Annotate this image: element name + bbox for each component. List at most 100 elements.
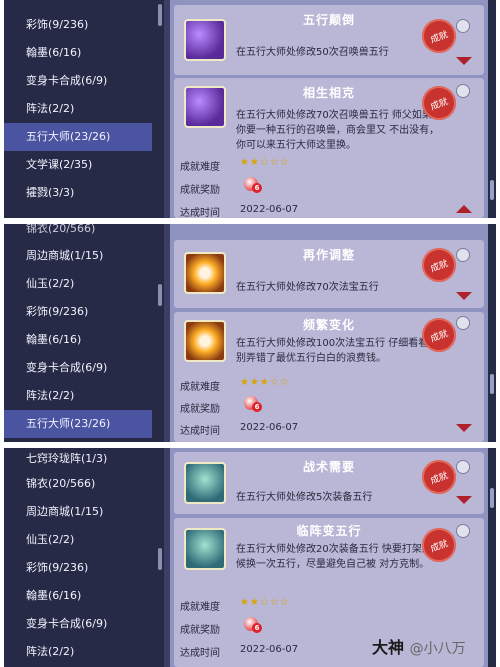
achievement-title: 五行颠倒	[302, 13, 355, 27]
difficulty-stars: ★★☆☆☆	[240, 157, 290, 168]
achievement-card-expanded[interactable]: 相生相克 在五行大师处修改70次召唤兽五行 师父如果跟你要一种五行的召唤兽，商会…	[174, 78, 484, 218]
completed-seal-icon: 成就	[422, 318, 456, 352]
sidebar-item[interactable]: 翰墨(6/16)	[4, 39, 164, 67]
sidebar-item[interactable]: 七窍玲珑阵(1/3)	[4, 448, 164, 470]
achievement-description: 在五行大师处修改50次召唤兽五行	[236, 47, 389, 58]
list-scrollbar[interactable]	[488, 224, 496, 442]
reward-item-icon[interactable]: 6	[244, 177, 262, 193]
completed-seal-icon: 成就	[422, 528, 456, 562]
reward-item-icon[interactable]: 6	[244, 617, 262, 633]
achievement-description: 在五行大师处修改20次装备五行 快要打架的时候换一次五行，尽量避免自己被 对方克…	[236, 544, 442, 570]
expand-arrow-icon[interactable]	[456, 57, 472, 65]
track-pin-icon[interactable]	[456, 460, 470, 474]
achievement-title: 临阵变五行	[296, 524, 362, 538]
sidebar-item[interactable]: 阵法(2/2)	[4, 382, 164, 410]
achievement-panel-2: 锦衣(20/566) 周边商城(1/15) 仙玉(2/2) 彩饰(9/236) …	[4, 224, 496, 442]
sidebar-item[interactable]: 彩饰(9/236)	[4, 11, 164, 39]
track-pin-icon[interactable]	[456, 316, 470, 330]
sidebar-item[interactable]: 变身卡合成(6/9)	[4, 610, 164, 638]
difficulty-stars: ★★☆☆☆	[240, 597, 290, 608]
sidebar-item-active[interactable]: 五行大师(23/26)	[4, 410, 152, 438]
difficulty-stars: ★★★☆☆	[240, 377, 290, 388]
date-label: 达成时间	[180, 426, 220, 437]
reward-label: 成就奖励	[180, 625, 220, 636]
sidebar-item[interactable]: 变身卡合成(6/9)	[4, 354, 164, 382]
date-label: 达成时间	[180, 208, 220, 218]
difficulty-label: 成就难度	[180, 382, 220, 393]
sidebar-item[interactable]: 锦衣(20/566)	[4, 470, 164, 498]
achievement-panel-1: 彩饰(9/236) 翰墨(6/16) 变身卡合成(6/9) 阵法(2/2) 五行…	[4, 0, 496, 218]
sidebar-item[interactable]: 彩饰(9/236)	[4, 554, 164, 582]
achievement-title: 战术需要	[302, 460, 355, 474]
achievement-description: 在五行大师处修改70次法宝五行	[236, 282, 379, 293]
completion-date: 2022-06-07	[240, 422, 299, 433]
achievement-description: 在五行大师处修改100次法宝五行 仔细看看，别弄错了最优五行白白的浪费钱。	[236, 338, 439, 364]
reward-count-badge: 6	[252, 402, 262, 412]
track-pin-icon[interactable]	[456, 248, 470, 262]
sidebar-item[interactable]: 阵法(2/2)	[4, 638, 164, 666]
reward-count-badge: 6	[252, 183, 262, 193]
track-pin-icon[interactable]	[456, 19, 470, 33]
watermark-user: @小八万	[409, 641, 466, 657]
watermark-brand: 大神	[372, 638, 405, 657]
achievement-list: 五行颠倒 在五行大师处修改50次召唤兽五行 成就 相生相克 在五行大师处修改70…	[170, 0, 488, 218]
sidebar-item[interactable]: 攉戮(3/3)	[4, 179, 164, 207]
achievement-title: 相生相克	[302, 86, 355, 100]
sidebar-item[interactable]: 周边商城(1/15)	[4, 498, 164, 526]
date-label: 达成时间	[180, 648, 220, 659]
track-pin-icon[interactable]	[456, 524, 470, 538]
achievement-description: 在五行大师处修改70次召唤兽五行 师父如果跟你要一种五行的召唤兽，商会里又 不出…	[236, 110, 442, 151]
sidebar-item[interactable]: 阵法(2/2)	[4, 95, 164, 123]
pet-icon	[184, 86, 226, 128]
sidebar-scrollbar[interactable]	[158, 548, 162, 570]
sidebar-item[interactable]: 文学课(2/35)	[4, 151, 164, 179]
difficulty-label: 成就难度	[180, 602, 220, 613]
completed-seal-icon: 成就	[422, 86, 456, 120]
sidebar-item[interactable]: 仙玉(2/2)	[4, 526, 164, 554]
completion-date: 2022-06-07	[240, 644, 299, 655]
sidebar-item[interactable]: 翰墨(6/16)	[4, 582, 164, 610]
achievement-description: 在五行大师处修改5次装备五行	[236, 492, 373, 503]
list-scrollbar[interactable]	[488, 448, 496, 667]
achievement-card-expanded[interactable]: 频繁变化 在五行大师处修改100次法宝五行 仔细看看，别弄错了最优五行白白的浪费…	[174, 312, 484, 442]
bagua-icon	[184, 320, 226, 362]
achievement-card[interactable]: 战术需要 在五行大师处修改5次装备五行 成就	[174, 452, 484, 514]
track-pin-icon[interactable]	[456, 84, 470, 98]
expand-arrow-icon[interactable]	[456, 292, 472, 300]
reward-label: 成就奖励	[180, 185, 220, 196]
bagua-icon	[184, 252, 226, 294]
difficulty-label: 成就难度	[180, 162, 220, 173]
achievement-title: 再作调整	[302, 248, 355, 262]
sidebar-item[interactable]: 周边商城(1/15)	[4, 242, 164, 270]
list-scrollbar[interactable]	[488, 0, 496, 218]
category-sidebar: 彩饰(9/236) 翰墨(6/16) 变身卡合成(6/9) 阵法(2/2) 五行…	[4, 0, 164, 218]
pet-icon	[184, 19, 226, 61]
sidebar-item[interactable]: 锦衣(20/566)	[4, 224, 164, 242]
sidebar-item[interactable]: 变身卡合成(6/9)	[4, 67, 164, 95]
achievement-card[interactable]: 五行颠倒 在五行大师处修改50次召唤兽五行 成就	[174, 5, 484, 75]
category-sidebar: 锦衣(20/566) 周边商城(1/15) 仙玉(2/2) 彩饰(9/236) …	[4, 224, 164, 442]
sidebar-item[interactable]: 彩饰(9/236)	[4, 298, 164, 326]
achievement-title: 频繁变化	[302, 318, 355, 332]
cauldron-icon	[184, 462, 226, 504]
sidebar-item[interactable]: 翰墨(6/16)	[4, 326, 164, 354]
reward-label: 成就奖励	[180, 404, 220, 415]
expand-arrow-icon[interactable]	[456, 424, 472, 432]
achievement-card[interactable]: 再作调整 在五行大师处修改70次法宝五行 成就	[174, 240, 484, 308]
sidebar-item-active[interactable]: 五行大师(23/26)	[4, 123, 152, 151]
completed-seal-icon: 成就	[422, 460, 456, 494]
watermark: 大神 @小八万	[372, 634, 466, 658]
completed-seal-icon: 成就	[422, 19, 456, 53]
collapse-arrow-icon[interactable]	[456, 205, 472, 213]
expand-arrow-icon[interactable]	[456, 496, 472, 504]
achievement-list: 再作调整 在五行大师处修改70次法宝五行 成就 频繁变化 在五行大师处修改100…	[170, 224, 488, 442]
sidebar-scrollbar[interactable]	[158, 4, 162, 26]
completed-seal-icon: 成就	[422, 248, 456, 282]
sidebar-scrollbar[interactable]	[158, 284, 162, 306]
category-sidebar: 七窍玲珑阵(1/3) 锦衣(20/566) 周边商城(1/15) 仙玉(2/2)…	[4, 448, 164, 667]
completion-date: 2022-06-07	[240, 204, 299, 215]
cauldron-icon	[184, 528, 226, 570]
reward-count-badge: 6	[252, 623, 262, 633]
reward-item-icon[interactable]: 6	[244, 396, 262, 412]
sidebar-item[interactable]: 仙玉(2/2)	[4, 270, 164, 298]
